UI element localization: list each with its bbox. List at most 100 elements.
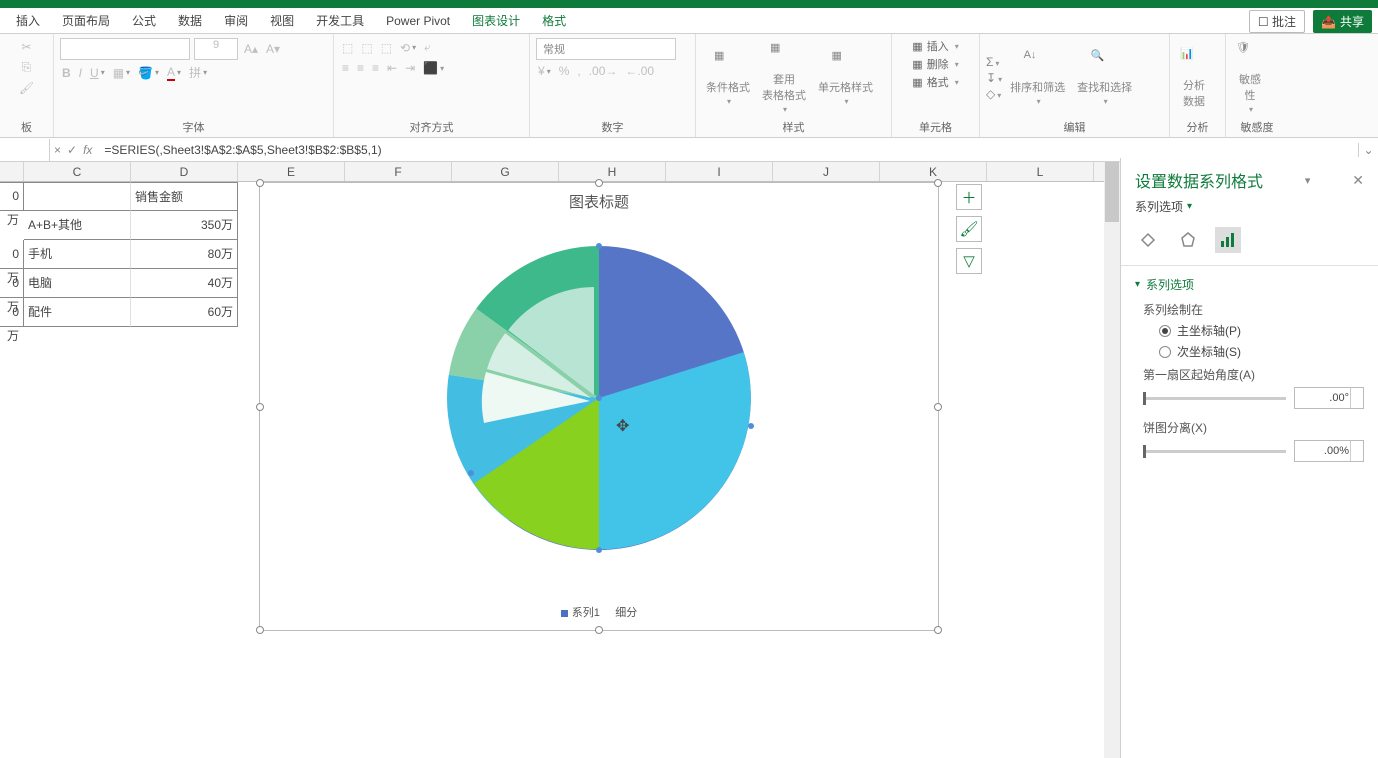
align-middle-icon[interactable]: ⬚ bbox=[359, 39, 374, 57]
vertical-scrollbar[interactable] bbox=[1104, 162, 1120, 758]
expand-formula-icon[interactable]: ⌄ bbox=[1358, 143, 1378, 157]
fill-tab-icon[interactable] bbox=[1135, 227, 1161, 253]
indent-inc-icon[interactable]: ⇥ bbox=[403, 59, 417, 77]
fx-icon[interactable]: fx bbox=[83, 143, 92, 157]
align-center-icon[interactable]: ≡ bbox=[355, 59, 366, 77]
find-select-button[interactable]: 🔍查找和选择▾ bbox=[1073, 47, 1136, 108]
orientation-icon[interactable]: ⟲▾ bbox=[398, 39, 418, 57]
cell-d4[interactable]: 40万 bbox=[131, 269, 238, 298]
cell-b4[interactable]: 0万 bbox=[0, 269, 24, 298]
underline-icon[interactable]: U▾ bbox=[88, 64, 107, 82]
inc-decimal-icon[interactable]: .00→ bbox=[587, 62, 620, 80]
bold-icon[interactable]: B bbox=[60, 64, 73, 82]
number-format-select[interactable]: 常规 bbox=[536, 38, 676, 60]
italic-icon[interactable]: I bbox=[77, 64, 84, 82]
secondary-axis-radio[interactable]: 次坐标轴(S) bbox=[1159, 343, 1364, 360]
explosion-slider[interactable] bbox=[1143, 450, 1286, 453]
fill-color-icon[interactable]: 🪣▾ bbox=[136, 64, 161, 82]
chevron-down-icon[interactable]: ▾ bbox=[1187, 201, 1192, 212]
paint-icon[interactable]: 🖌 bbox=[17, 79, 36, 97]
effects-tab-icon[interactable] bbox=[1175, 227, 1201, 253]
tab-formulas[interactable]: 公式 bbox=[122, 8, 166, 33]
tab-layout[interactable]: 页面布局 bbox=[52, 8, 120, 33]
comments-button[interactable]: ☐ 批注 bbox=[1249, 10, 1305, 33]
cell-d3[interactable]: 80万 bbox=[131, 240, 238, 269]
col-h[interactable]: H bbox=[559, 162, 666, 181]
format-cells-button[interactable]: ▦ 格式 ▾ bbox=[912, 74, 958, 90]
col-i[interactable]: I bbox=[666, 162, 773, 181]
panel-subtitle[interactable]: 系列选项 bbox=[1135, 198, 1183, 215]
share-button[interactable]: 📤 共享 bbox=[1313, 10, 1372, 33]
col-e[interactable]: E bbox=[238, 162, 345, 181]
cell-styles-button[interactable]: ▦单元格样式▾ bbox=[814, 47, 877, 108]
col-l[interactable]: L bbox=[987, 162, 1094, 181]
indent-dec-icon[interactable]: ⇤ bbox=[385, 59, 399, 77]
series-tab-icon[interactable] bbox=[1215, 227, 1241, 253]
cell-c4[interactable]: 电脑 bbox=[24, 269, 131, 298]
sort-filter-button[interactable]: A↓排序和筛选▾ bbox=[1006, 47, 1069, 108]
clear-icon[interactable]: ◇▾ bbox=[986, 87, 1002, 101]
cut-icon[interactable]: ✂ bbox=[19, 38, 33, 56]
comma-icon[interactable]: , bbox=[575, 62, 582, 80]
wrap-icon[interactable]: ⤶ bbox=[422, 38, 433, 57]
section-series-options[interactable]: 系列选项 bbox=[1135, 276, 1364, 293]
align-bottom-icon[interactable]: ⬚ bbox=[379, 39, 394, 57]
col-f[interactable]: F bbox=[345, 162, 452, 181]
autosum-icon[interactable]: Σ▾ bbox=[986, 55, 1002, 69]
merge-icon[interactable]: ⬛▾ bbox=[421, 59, 446, 77]
chart-legend[interactable]: 系列1 细分 bbox=[260, 604, 938, 620]
copy-icon[interactable]: ⎘ bbox=[20, 58, 34, 77]
insert-cells-button[interactable]: ▦ 插入 ▾ bbox=[912, 38, 958, 54]
enter-icon[interactable]: ✓ bbox=[67, 143, 77, 157]
border-icon[interactable]: ▦▾ bbox=[111, 64, 132, 82]
cell-d5[interactable]: 60万 bbox=[131, 298, 238, 327]
panel-options-icon[interactable]: ▾ bbox=[1305, 174, 1311, 187]
align-right-icon[interactable]: ≡ bbox=[370, 59, 381, 77]
fill-icon[interactable]: ↧▾ bbox=[986, 71, 1002, 85]
table-format-button[interactable]: ▦套用 表格格式▾ bbox=[758, 39, 810, 116]
col-j[interactable]: J bbox=[773, 162, 880, 181]
currency-icon[interactable]: ¥▾ bbox=[536, 62, 553, 80]
phonetic-icon[interactable]: 拼▾ bbox=[187, 62, 209, 83]
analyze-data-button[interactable]: 📊分析 数据 bbox=[1176, 45, 1212, 111]
cond-format-button[interactable]: ▦条件格式▾ bbox=[702, 47, 754, 108]
font-color-icon[interactable]: A▾ bbox=[165, 63, 183, 83]
cell-c2[interactable]: A+B+其他 bbox=[24, 211, 131, 240]
tab-format[interactable]: 格式 bbox=[532, 8, 576, 33]
tab-review[interactable]: 审阅 bbox=[214, 8, 258, 33]
shrink-font-icon[interactable]: A▾ bbox=[264, 40, 282, 58]
grow-font-icon[interactable]: A▴ bbox=[242, 40, 260, 58]
pie-chart[interactable] bbox=[444, 243, 754, 553]
col-c[interactable]: C bbox=[24, 162, 131, 181]
percent-icon[interactable]: % bbox=[557, 62, 572, 80]
cell-c3[interactable]: 手机 bbox=[24, 240, 131, 269]
tab-chart-design[interactable]: 图表设计 bbox=[462, 8, 530, 33]
align-left-icon[interactable]: ≡ bbox=[340, 59, 351, 77]
formula-input[interactable]: =SERIES(,Sheet3!$A$2:$A$5,Sheet3!$B$2:$B… bbox=[96, 143, 1358, 157]
cell-header-d[interactable]: 销售金额 bbox=[131, 182, 238, 211]
angle-slider[interactable] bbox=[1143, 397, 1286, 400]
chart-filter-icon[interactable]: ▽ bbox=[956, 248, 982, 274]
chart-object[interactable]: 图表标题 系列1 细分 bbox=[259, 182, 939, 631]
name-box[interactable] bbox=[0, 139, 50, 161]
align-top-icon[interactable]: ⬚ bbox=[340, 39, 355, 57]
close-icon[interactable]: ✕ bbox=[1352, 172, 1364, 189]
explosion-input[interactable]: .00% bbox=[1294, 440, 1364, 462]
col-k[interactable]: K bbox=[880, 162, 987, 181]
tab-powerpivot[interactable]: Power Pivot bbox=[376, 10, 460, 32]
tab-developer[interactable]: 开发工具 bbox=[306, 8, 374, 33]
chart-styles-icon[interactable]: 🖌 bbox=[956, 216, 982, 242]
column-headers[interactable]: C D E F G H I J K L bbox=[0, 162, 1120, 182]
cell-b2[interactable]: 0万 bbox=[0, 182, 24, 211]
cell-d2[interactable]: 350万 bbox=[131, 211, 238, 240]
font-select[interactable] bbox=[60, 38, 190, 60]
font-size-select[interactable]: 9 bbox=[194, 38, 238, 60]
tab-view[interactable]: 视图 bbox=[260, 8, 304, 33]
sensitivity-button[interactable]: 🛡敏感 性▾ bbox=[1232, 39, 1268, 116]
primary-axis-radio[interactable]: 主坐标轴(P) bbox=[1159, 322, 1364, 339]
cell-c5[interactable]: 配件 bbox=[24, 298, 131, 327]
chart-title[interactable]: 图表标题 bbox=[260, 183, 938, 220]
col-d[interactable]: D bbox=[131, 162, 238, 181]
delete-cells-button[interactable]: ▦ 删除 ▾ bbox=[912, 56, 958, 72]
cell-b3[interactable]: 0万 bbox=[0, 240, 24, 269]
